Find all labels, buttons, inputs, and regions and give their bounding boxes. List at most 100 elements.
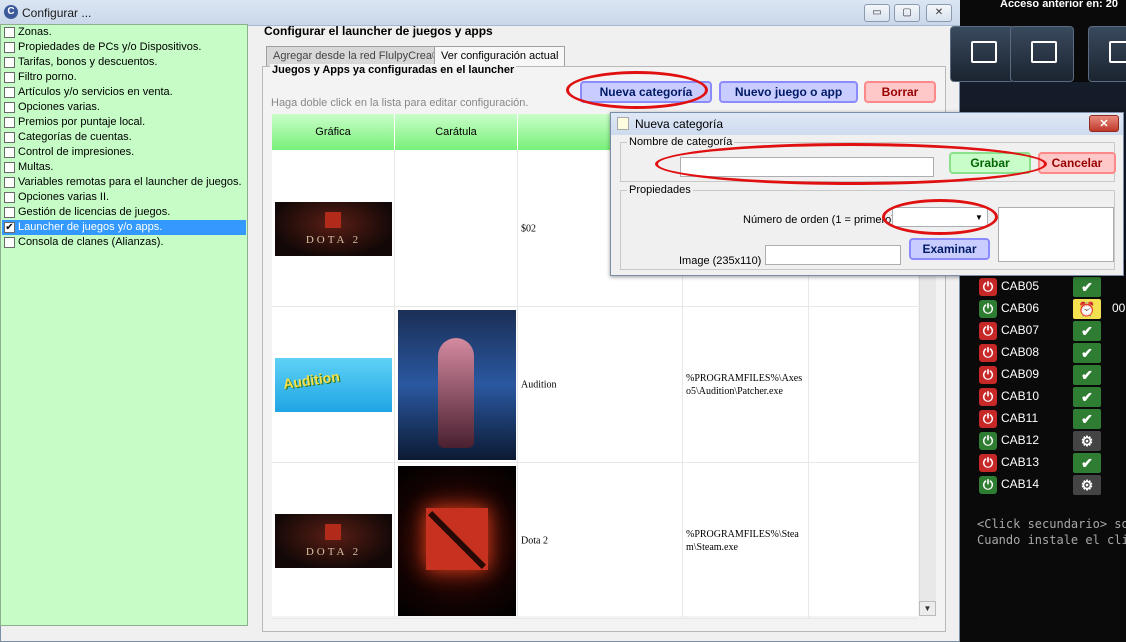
name-cell: Dota 2 [518, 463, 683, 619]
sidebar-item-label: Premios por puntaje local. [18, 116, 146, 128]
sidebar-item-label: Zonas. [18, 26, 52, 38]
checkbox[interactable] [4, 87, 15, 98]
tab-ver-configuracion[interactable]: Ver configuración actual [434, 46, 566, 66]
checkbox[interactable] [4, 192, 15, 203]
sidebar-item[interactable]: Premios por puntaje local. [2, 115, 246, 130]
checkbox[interactable] [4, 57, 15, 68]
cabin-row[interactable]: ⏻ CAB12 ⚙ [977, 430, 1126, 452]
cabin-row[interactable]: ⏻ CAB13 ✔ [977, 452, 1126, 474]
image-label: Image (235x110) [679, 255, 762, 267]
table-row[interactable]: Audition Audition %PROGRAMFILES%\Axeso5\… [272, 307, 918, 463]
power-icon[interactable]: ⏻ [979, 322, 997, 340]
path-cell: %PROGRAMFILES%\Steam\Steam.exe [683, 463, 809, 619]
power-icon[interactable]: ⏻ [979, 300, 997, 318]
cabin-row[interactable]: ⏻ CAB11 ✔ [977, 408, 1126, 430]
checkbox-checked[interactable]: ✔ [4, 222, 15, 233]
power-icon[interactable]: ⏻ [979, 432, 997, 450]
checkbox[interactable] [4, 72, 15, 83]
maximize-button[interactable]: ▢ [894, 4, 920, 22]
dialog-close-button[interactable]: ✕ [1089, 115, 1119, 132]
power-icon[interactable]: ⏻ [979, 278, 997, 296]
section-title: Configurar el launcher de juegos y apps [264, 24, 493, 38]
sidebar-item[interactable]: Gestión de licencias de juegos. [2, 205, 246, 220]
graphic-cell: DOTA 2 [272, 463, 395, 619]
new-game-button[interactable]: Nuevo juego o app [719, 81, 858, 103]
power-icon[interactable]: ⏻ [979, 388, 997, 406]
checkbox[interactable] [4, 27, 15, 38]
sidebar-item[interactable]: Tarifas, bonos y descuentos. [2, 55, 246, 70]
scroll-down-arrow-icon[interactable]: ▼ [919, 601, 936, 616]
cabin-name: CAB08 [1001, 345, 1040, 359]
cabin-row[interactable]: ⏻ CAB07 ✔ [977, 320, 1126, 342]
cabin-row[interactable]: ⏻ CAB05 ✔ [977, 276, 1126, 298]
dialog-title: Nueva categoría [635, 117, 724, 131]
sidebar-item[interactable]: Categorías de cuentas. [2, 130, 246, 145]
cabin-name: CAB13 [1001, 455, 1040, 469]
delete-button[interactable]: Borrar [864, 81, 936, 103]
sidebar-item[interactable]: Control de impresiones. [2, 145, 246, 160]
checkbox[interactable] [4, 237, 15, 248]
minimize-button[interactable]: ▭ [864, 4, 890, 22]
sidebar-item-label: Filtro porno. [18, 71, 77, 83]
sidebar-item[interactable]: Consola de clanes (Alianzas). [2, 235, 246, 250]
power-icon[interactable]: ⏻ [979, 454, 997, 472]
browse-button[interactable]: Examinar [909, 238, 990, 260]
cover-cell [395, 307, 518, 463]
checkbox[interactable] [4, 42, 15, 53]
power-icon[interactable]: ⏻ [979, 476, 997, 494]
sidebar-item[interactable]: Filtro porno. [2, 70, 246, 85]
group-label-name: Nombre de categoría [627, 136, 735, 148]
title-bar[interactable]: C Configurar ... ▭ ▢ ✕ [0, 0, 960, 26]
power-icon[interactable]: ⏻ [979, 410, 997, 428]
cabin-name: CAB07 [1001, 323, 1040, 337]
cabin-row[interactable]: ⏻ CAB10 ✔ [977, 386, 1126, 408]
cabin-row[interactable]: ⏻ CAB09 ✔ [977, 364, 1126, 386]
checkbox[interactable] [4, 162, 15, 173]
checkbox[interactable] [4, 177, 15, 188]
sidebar-item-launcher[interactable]: ✔ Launcher de juegos y/o apps. [2, 220, 246, 235]
checkbox[interactable] [4, 147, 15, 158]
image-path-input[interactable] [765, 245, 901, 265]
power-icon[interactable]: ⏻ [979, 366, 997, 384]
folder-icon[interactable] [950, 26, 1014, 82]
checkbox[interactable] [4, 207, 15, 218]
graphic-cell: Audition [272, 307, 395, 463]
tab-agregar[interactable]: Agregar desde la red FlulpyCrea® [266, 46, 448, 66]
order-label: Número de orden (1 = primero) [743, 214, 895, 226]
dota2-banner-image: DOTA 2 [275, 202, 392, 256]
sidebar-item[interactable]: Opciones varias. [2, 100, 246, 115]
cover-cell [395, 463, 518, 619]
power-icon[interactable]: ⏻ [979, 344, 997, 362]
cabin-name: CAB09 [1001, 367, 1040, 381]
cabin-row[interactable]: ⏻ CAB14 ⚙ [977, 474, 1126, 496]
program-name: Dota 2 [521, 535, 548, 547]
sidebar-item[interactable]: Variables remotas para el launcher de ju… [2, 175, 246, 190]
close-button[interactable]: ✕ [926, 4, 952, 22]
settings-folder-icon[interactable] [1088, 26, 1126, 82]
cabin-name: CAB12 [1001, 433, 1040, 447]
users-folder-icon[interactable] [1010, 26, 1074, 82]
config-category-list[interactable]: Zonas. Propiedades de PCs y/o Dispositiv… [0, 24, 248, 626]
sidebar-item[interactable]: Propiedades de PCs y/o Dispositivos. [2, 40, 246, 55]
program-path: %PROGRAMFILES%\Steam\Steam.exe [686, 529, 799, 553]
audition-banner-image: Audition [275, 358, 392, 412]
column-header-caratula[interactable]: Carátula [395, 114, 518, 150]
checkbox[interactable] [4, 117, 15, 128]
sidebar-item[interactable]: Artículos y/o servicios en venta. [2, 85, 246, 100]
sidebar-item-label: Multas. [18, 161, 54, 173]
sidebar-item[interactable]: Zonas. [2, 25, 246, 40]
cabin-name: CAB05 [1001, 279, 1040, 293]
cabin-row[interactable]: ⏻ CAB06 ⏰ 00 [977, 298, 1126, 320]
checkbox[interactable] [4, 102, 15, 113]
column-header-grafica[interactable]: Gráfica [272, 114, 395, 150]
cancel-button[interactable]: Cancelar [1038, 152, 1116, 174]
sidebar-item[interactable]: Multas. [2, 160, 246, 175]
sidebar-item[interactable]: Opciones varias II. [2, 190, 246, 205]
cabin-row[interactable]: ⏻ CAB08 ✔ [977, 342, 1126, 364]
image-preview [998, 207, 1114, 262]
checkbox[interactable] [4, 132, 15, 143]
dialog-title-bar[interactable]: Nueva categoría ✕ [611, 113, 1123, 135]
sidebar-item-label: Artículos y/o servicios en venta. [18, 86, 173, 98]
table-row[interactable]: DOTA 2 Dota 2 %PROGRAMFILES%\Steam\Steam… [272, 463, 918, 619]
notepad-icon [617, 117, 629, 130]
